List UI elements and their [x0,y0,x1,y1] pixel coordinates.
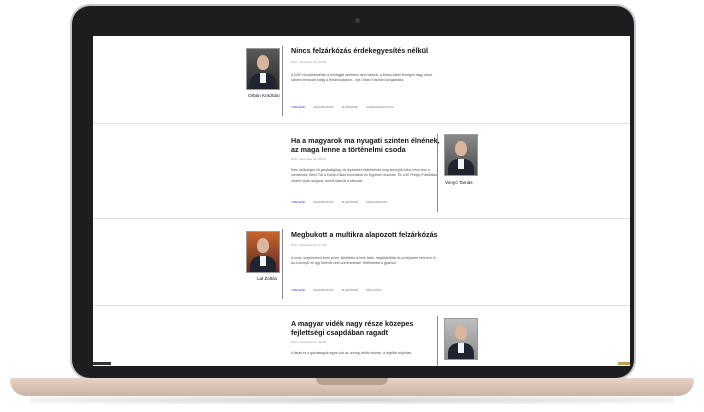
webcam-icon [355,18,360,23]
tag-link[interactable]: FELZÁRKÓZÁS [313,288,333,292]
article-date: 2017. december 11. 08:00 [291,157,326,161]
laptop-shadow [30,396,674,404]
laptop-screen: Orbán Krisztián Nincs felzárkózás érdeke… [93,36,630,366]
article-tags: VISEGRÁD FELZÁRKÓZÁS EU-BÜDZSÉ KÖZGAZDAS… [291,200,387,204]
author-portrait[interactable] [444,134,478,176]
tag-link[interactable]: VISEGRÁD [291,200,305,204]
article-title[interactable]: Nincs felzárkózás érdekegyesítés nélkül [291,46,461,56]
tag-link[interactable]: FELZÁRKÓZÁS [313,105,333,109]
timeline-divider [282,46,283,116]
tag-link[interactable]: VISEGRÁD [291,288,305,292]
article-date: 2017. december 13. 09:00 [291,60,327,64]
article-tags: VISEGRÁD FELZÁRKÓZÁS EU-BÜDZSÉ GAZDASÁGP… [291,105,394,109]
article-card[interactable]: Lał Zoltán Megbukott a multikra alapozot… [93,219,630,306]
article-card[interactable]: Orbán Krisztián Nincs felzárkózás érdeke… [93,36,630,124]
page-footer-mark-right [618,362,630,365]
article-tags: VISEGRÁD FELZÁRKÓZÁS EU-BÜDZSÉ SZLOVÁKIA [291,288,381,292]
article-title[interactable]: Ha a magyarok ma nyugati szinten élnének… [291,136,441,154]
article-excerpt: A rövid, szeptemberi évek lévén, kifejth… [291,256,436,266]
timeline-divider [437,134,438,212]
article-card[interactable]: Ha a magyarok ma nyugati szinten élnének… [93,124,630,219]
article-excerpt: A falusi és a gazdaságok egyre sok az or… [291,351,413,355]
author-portrait[interactable] [246,48,280,90]
page-footer-mark-left [93,362,111,365]
tag-link[interactable]: GAZDASÁGPOLITIKA [366,105,394,109]
timeline-divider [437,316,438,366]
tag-link[interactable]: EU-BÜDZSÉ [342,288,358,292]
article-excerpt: Nem szükséges hit gazdaságilag, de lépés… [291,168,437,183]
timeline-divider [282,229,283,299]
article-title[interactable]: Megbukott a multikra alapozott felzárkóz… [291,230,461,240]
tag-link[interactable]: SZLOVÁKIA [366,288,382,292]
author-name[interactable]: Lał Zoltán [257,276,277,281]
author-name[interactable]: Orbán Krisztián [248,93,280,98]
author-portrait[interactable] [444,318,478,360]
tag-link[interactable]: EU-BÜDZSÉ [342,105,358,109]
article-title[interactable]: A magyar vidék nagy része közepes fejlet… [291,319,441,337]
article-date: 2017. november 27. 08:00 [291,340,327,344]
article-card[interactable]: A magyar vidék nagy része közepes fejlet… [93,306,630,366]
laptop-notch [316,378,388,385]
tag-link[interactable]: EU-BÜDZSÉ [342,200,358,204]
tag-link[interactable]: FELZÁRKÓZÁS [313,200,333,204]
author-portrait[interactable] [246,231,280,273]
tag-link[interactable]: KÖZGAZDASÁG [366,200,387,204]
tag-link[interactable]: VISEGRÁD [291,105,305,109]
article-excerpt: A GDP-növekedésében a térséggel szemben … [291,73,433,83]
author-name[interactable]: Vonyó Tamás [445,180,473,185]
article-date: 2017. december 04. 07:00 [291,243,327,247]
